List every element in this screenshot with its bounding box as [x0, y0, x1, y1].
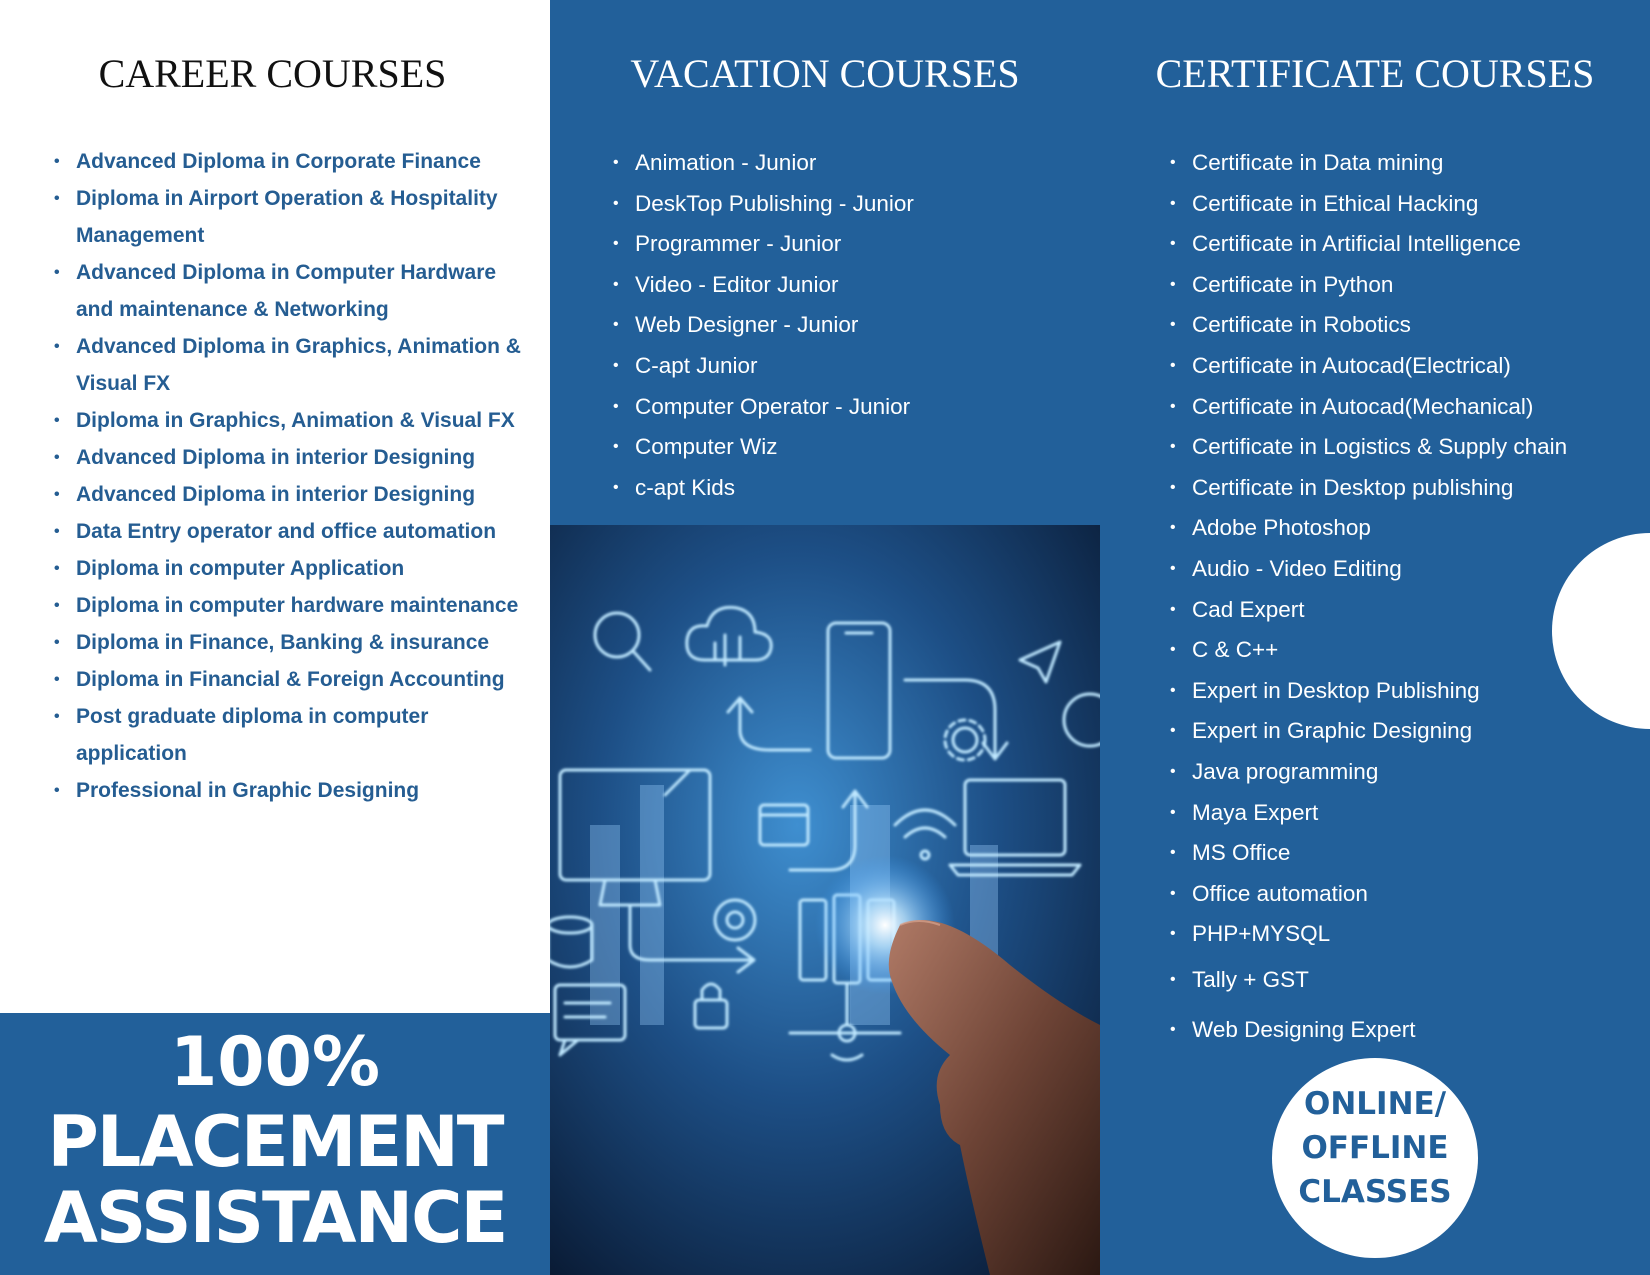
list-item: Computer Wiz — [613, 427, 914, 468]
career-courses-title: CAREER COURSES — [98, 51, 447, 96]
list-item: Certificate in Artificial Intelligence — [1170, 224, 1567, 265]
badge-line-online: ONLINE/ — [1303, 1086, 1447, 1122]
list-item: Diploma in Graphics, Animation & Visual … — [54, 402, 536, 439]
list-item: Diploma in Finance, Banking & insurance — [54, 624, 536, 661]
list-item: Certificate in Desktop publishing — [1170, 468, 1567, 509]
list-item: Professional in Graphic Designing — [54, 772, 536, 809]
list-item: Cad Expert — [1170, 590, 1567, 631]
list-item: Computer Operator - Junior — [613, 387, 914, 428]
list-item: Adobe Photoshop — [1170, 508, 1567, 549]
list-item: Certificate in Autocad(Mechanical) — [1170, 387, 1567, 428]
list-item: Diploma in computer Application — [54, 550, 536, 587]
list-item: c-apt Kids — [613, 468, 914, 509]
list-item: DeskTop Publishing - Junior — [613, 184, 914, 225]
list-item: Video - Editor Junior — [613, 265, 914, 306]
list-item: MS Office — [1170, 833, 1567, 874]
career-courses-list: Advanced Diploma in Corporate Finance Di… — [54, 143, 536, 809]
vacation-courses-panel: VACATION COURSES Animation - Junior Desk… — [550, 0, 1100, 525]
list-item: Data Entry operator and office automatio… — [54, 513, 536, 550]
placement-word: PLACEMENT — [47, 1101, 504, 1183]
list-item: Certificate in Data mining — [1170, 143, 1567, 184]
list-item: Office automation — [1170, 874, 1567, 915]
placement-assistance-block: 100% PLACEMENT ASSISTANCE — [0, 1013, 550, 1275]
brochure-page: CAREER COURSES Advanced Diploma in Corpo… — [0, 0, 1650, 1275]
list-item: Certificate in Logistics & Supply chain — [1170, 427, 1567, 468]
list-item: Advanced Diploma in Graphics, Animation … — [54, 328, 536, 402]
certificate-courses-title: CERTIFICATE COURSES — [1155, 51, 1595, 96]
list-item: Advanced Diploma in Computer Hardware an… — [54, 254, 536, 328]
list-item: Java programming — [1170, 752, 1567, 793]
list-item: Diploma in Financial & Foreign Accountin… — [54, 661, 536, 698]
list-item: C & C++ — [1170, 630, 1567, 671]
certificate-courses-list: Certificate in Data mining Certificate i… — [1170, 143, 1567, 1055]
vacation-courses-list: Animation - Junior DeskTop Publishing - … — [613, 143, 914, 509]
technology-illustration — [550, 525, 1100, 1275]
list-item: Certificate in Python — [1170, 265, 1567, 306]
list-item: Web Designer - Junior — [613, 305, 914, 346]
list-item: Advanced Diploma in Corporate Finance — [54, 143, 536, 180]
list-item: Animation - Junior — [613, 143, 914, 184]
list-item: Certificate in Ethical Hacking — [1170, 184, 1567, 225]
badge-line-classes: CLASSES — [1298, 1174, 1452, 1210]
list-item: Expert in Graphic Designing — [1170, 711, 1567, 752]
list-item: Web Designing Expert — [1170, 1005, 1567, 1055]
badge-line-offline: OFFLINE — [1301, 1130, 1449, 1166]
online-offline-badge: ONLINE/ OFFLINE CLASSES — [1272, 1058, 1478, 1258]
list-item: Post graduate diploma in computer applic… — [54, 698, 536, 772]
list-item: Maya Expert — [1170, 793, 1567, 834]
technology-illustration-svg — [550, 525, 1100, 1275]
list-item: Diploma in computer hardware maintenance — [54, 587, 536, 624]
list-item: Certificate in Autocad(Electrical) — [1170, 346, 1567, 387]
list-item: Diploma in Airport Operation & Hospitali… — [54, 180, 536, 254]
list-item: PHP+MYSQL — [1170, 914, 1567, 955]
list-item: C-apt Junior — [613, 346, 914, 387]
list-item: Expert in Desktop Publishing — [1170, 671, 1567, 712]
assistance-word: ASSISTANCE — [43, 1177, 509, 1259]
vacation-courses-title: VACATION COURSES — [630, 51, 1020, 96]
list-item: Certificate in Robotics — [1170, 305, 1567, 346]
list-item: Tally + GST — [1170, 955, 1567, 1005]
list-item: Advanced Diploma in interior Designing — [54, 439, 536, 476]
list-item: Programmer - Junior — [613, 224, 914, 265]
career-courses-panel: CAREER COURSES Advanced Diploma in Corpo… — [0, 0, 550, 1013]
list-item: Audio - Video Editing — [1170, 549, 1567, 590]
placement-percent: 100% — [169, 1023, 381, 1102]
list-item: Advanced Diploma in interior Designing — [54, 476, 536, 513]
